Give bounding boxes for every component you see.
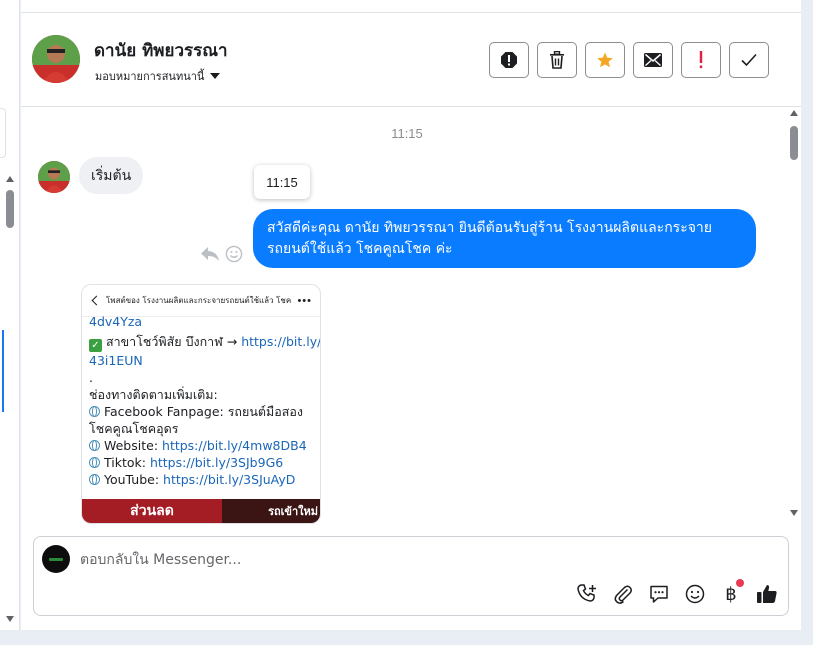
attachment-icon [614, 585, 632, 604]
star-icon [597, 52, 613, 68]
composer-tools: ฿ [576, 579, 778, 605]
chat-scroll-down-arrow[interactable] [790, 510, 798, 516]
website-link: https://bit.ly/4mw8DB4 [162, 438, 307, 453]
reply-input[interactable] [80, 549, 760, 571]
outgoing-message-bubble[interactable]: สวัสดีค่ะคุณ ดานัย ทิพยวรรณา ยินดีต้อนรั… [253, 209, 756, 268]
globe-icon [89, 457, 100, 468]
caret-down-icon [210, 73, 221, 79]
mail-icon [644, 53, 662, 67]
conversation-header: ดานัย ทิพยวรรณา มอบหมายการสนทนานี้ [21, 13, 801, 107]
contact-avatar-small[interactable] [38, 161, 70, 193]
important-icon [699, 51, 703, 69]
emoji-button[interactable] [684, 583, 706, 605]
attach-file-button[interactable] [612, 583, 634, 605]
mark-done-button[interactable] [729, 42, 769, 78]
dot-separator: . [89, 370, 93, 385]
call-add-icon [577, 584, 596, 602]
react-emoji-icon[interactable] [225, 245, 243, 263]
globe-icon [89, 440, 100, 451]
like-button[interactable] [756, 583, 778, 605]
channels-heading: ช่องทางติดตามเพิ่มเติม: [89, 387, 218, 402]
youtube-label: YouTube: [103, 472, 160, 487]
conversation-panel: ดานัย ทิพยวรรณา มอบหมายการสนทนานี้ 11:15… [21, 0, 801, 630]
more-options-icon: ••• [297, 294, 312, 307]
baht-icon: ฿ [725, 583, 737, 605]
message-actions [200, 245, 243, 263]
partial-link: 4dv4Yza [89, 314, 143, 329]
fanpage-label-cont: โชคคูณโชคอุดร [89, 421, 179, 436]
left-scroll-up-arrow[interactable] [6, 176, 14, 182]
check-icon [741, 53, 757, 67]
mark-spam-button[interactable] [489, 42, 529, 78]
left-scroll-down-arrow[interactable] [6, 616, 14, 622]
saved-replies-button[interactable] [648, 583, 670, 605]
shared-post-content: 4dv4Yza ✓ สาขาโชว์พิสัย บึงกาฬ → https:/… [82, 313, 320, 488]
assign-conversation-dropdown[interactable]: มอบหมายการสนทนานี้ [95, 67, 221, 85]
contact-avatar[interactable] [32, 35, 80, 83]
left-panel-edge [0, 108, 6, 158]
message-timestamp: 11:15 [391, 126, 423, 141]
star-button[interactable] [585, 42, 625, 78]
website-label: Website: [103, 438, 159, 453]
payment-button[interactable]: ฿ [720, 579, 744, 605]
banner-new-cars: รถเข้าใหม่ [222, 499, 320, 523]
notification-dot [736, 579, 744, 587]
header-actions [489, 42, 769, 78]
call-add-button[interactable] [576, 583, 598, 605]
branch-link-cont: 43i1EUN [89, 353, 143, 368]
left-scrollbar-thumb[interactable] [6, 190, 14, 228]
trash-icon [550, 51, 564, 69]
fanpage-label: Facebook Fanpage: รถยนต์มือสอง [103, 404, 303, 419]
assign-label: มอบหมายการสนทนานี้ [95, 70, 205, 83]
time-tooltip: 11:15 [254, 165, 310, 199]
branch-link: https://bit.ly/ [241, 334, 321, 349]
globe-icon [89, 406, 100, 417]
reply-icon[interactable] [200, 245, 220, 263]
saved-reply-icon [650, 585, 668, 603]
mark-unread-button[interactable] [633, 42, 673, 78]
reply-composer: ฿ [33, 536, 789, 616]
spam-icon [501, 52, 517, 68]
emoji-icon [685, 584, 705, 604]
check-mark-icon: ✓ [89, 339, 102, 352]
left-selection-indicator [2, 330, 4, 412]
tiktok-link: https://bit.ly/3SJb9G6 [149, 455, 284, 470]
chat-scrollbar-thumb[interactable] [790, 126, 798, 160]
shared-post-image: ส่วนลด รถเข้าใหม่ [82, 499, 320, 523]
branch-text: สาขาโชว์พิสัย บึงกาฬ → [105, 334, 238, 349]
chat-scroll-up-arrow[interactable] [790, 110, 798, 116]
globe-icon [89, 474, 100, 485]
shared-post-title: โพสต์ของ โรงงานผลิตและกระจายรถยนต์ใช้แล้… [106, 296, 292, 305]
message-thread: 11:15 เริ่มต้น 11:15 สวัสดีค่ะคุณ ดานัย … [21, 107, 801, 527]
right-background [801, 0, 813, 645]
chat-scrollbar[interactable] [789, 110, 799, 520]
contact-name[interactable]: ดานัย ทิพยวรรณา [94, 37, 228, 64]
banner-discount: ส่วนลด [82, 499, 222, 523]
mark-important-button[interactable] [681, 42, 721, 78]
youtube-link: https://bit.ly/3SJuAyD [163, 472, 296, 487]
incoming-message-bubble[interactable]: เริ่มต้น [79, 157, 144, 194]
shared-post-card[interactable]: โพสต์ของ โรงงานผลิตและกระจายรถยนต์ใช้แล้… [81, 284, 321, 524]
like-icon [757, 585, 777, 603]
delete-button[interactable] [537, 42, 577, 78]
left-panel-strip [0, 0, 20, 630]
tiktok-label: Tiktok: [103, 455, 146, 470]
page-avatar [42, 545, 70, 573]
back-arrow-icon [91, 295, 102, 306]
